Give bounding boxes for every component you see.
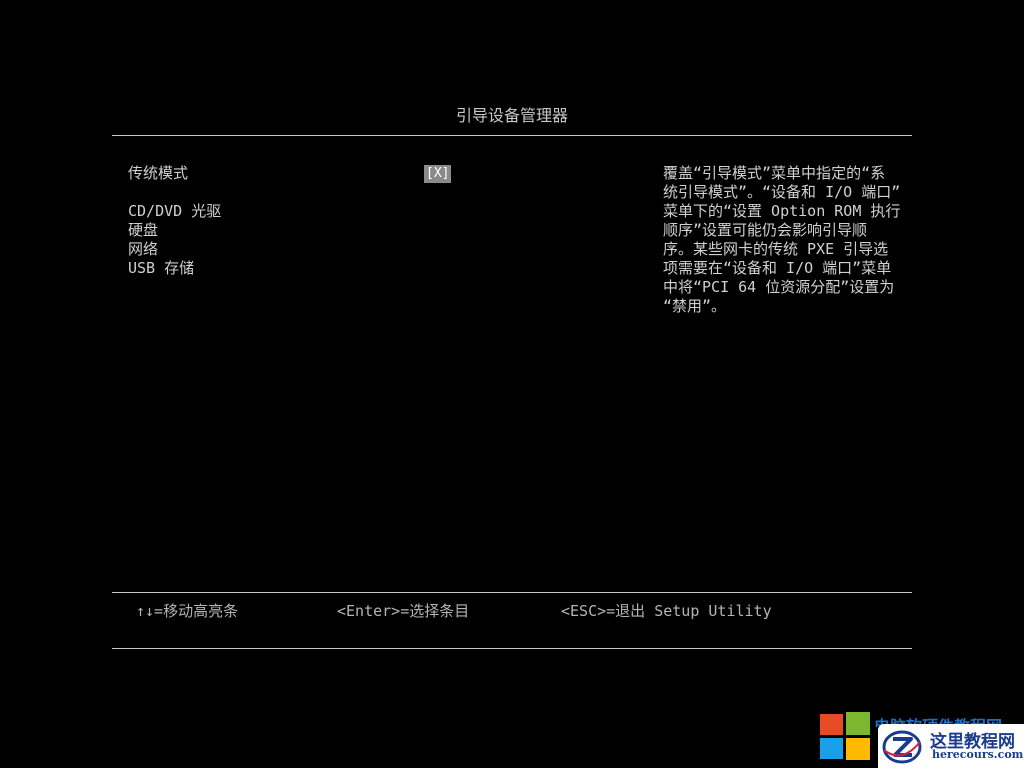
- help-line: 菜单下的“设置 Option ROM 执行: [663, 202, 901, 220]
- option-cd-dvd[interactable]: CD/DVD 光驱: [128, 202, 428, 221]
- key-hint-enter: <Enter>=选择条目: [337, 602, 470, 620]
- option-network[interactable]: 网络: [128, 240, 428, 259]
- help-line: 项需要在“设备和 I/O 端口”菜单: [663, 259, 892, 277]
- windows-logo-icon: [820, 712, 870, 760]
- help-text: 覆盖“引导模式”菜单中指定的“系 统引导模式”。“设备和 I/O 端口” 菜单下…: [663, 164, 908, 316]
- help-line: “禁用”。: [663, 297, 727, 315]
- watermark-badge: 这里教程网 herecours.com: [878, 724, 1024, 768]
- help-line: 覆盖“引导模式”菜单中指定的“系: [663, 164, 886, 182]
- key-hint-move: ↑↓=移动高亮条: [136, 602, 239, 620]
- help-line: 中将“PCI 64 位资源分配”设置为: [663, 278, 895, 296]
- footer-divider-bottom: [112, 648, 912, 649]
- watermark-url: herecours.com: [932, 748, 1024, 761]
- option-legacy-mode[interactable]: 传统模式: [128, 164, 428, 183]
- title-divider: [112, 135, 912, 136]
- option-hard-disk[interactable]: 硬盘: [128, 221, 428, 240]
- option-usb-storage[interactable]: USB 存储: [128, 259, 428, 278]
- footer-divider-top: [112, 592, 912, 593]
- help-line: 顺序”设置可能仍会影响引导顺: [663, 221, 868, 239]
- boot-options-list: 传统模式 CD/DVD 光驱 硬盘 网络 USB 存储: [128, 164, 428, 278]
- help-line: 序。某些网卡的传统 PXE 引导选: [663, 240, 889, 258]
- legacy-mode-checkbox[interactable]: [X]: [424, 165, 452, 183]
- z-logo-icon: [882, 730, 922, 764]
- page-title: 引导设备管理器: [455, 106, 568, 125]
- help-line: 统引导模式”。“设备和 I/O 端口”: [663, 183, 901, 201]
- key-hint-esc: <ESC>=退出 Setup Utility: [561, 602, 772, 620]
